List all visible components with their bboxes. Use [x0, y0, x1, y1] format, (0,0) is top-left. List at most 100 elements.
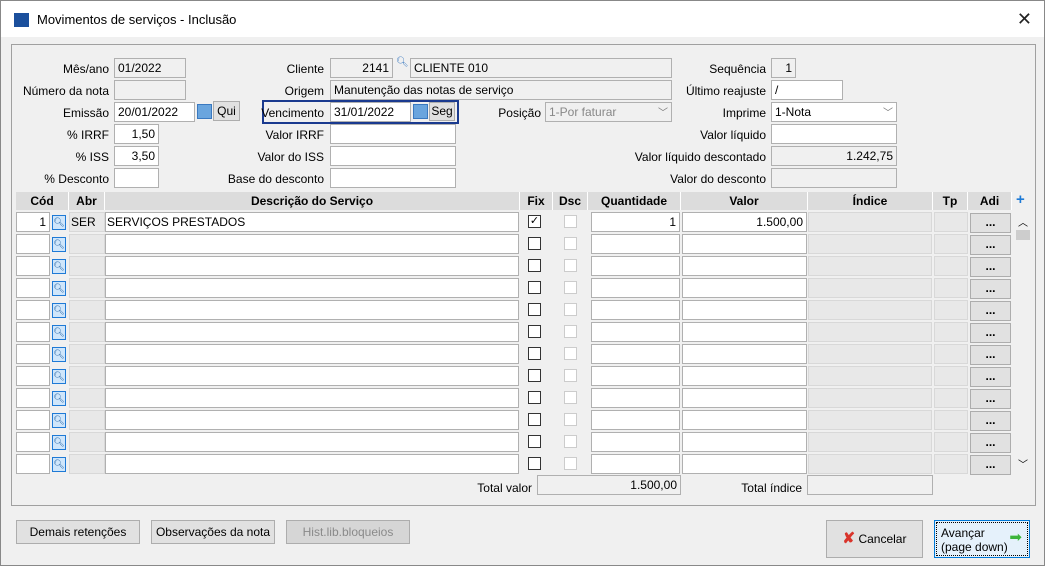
row-fix-checkbox[interactable] [528, 281, 541, 294]
row-quantidade[interactable] [591, 278, 680, 298]
row-adi-button[interactable]: ... [970, 367, 1011, 387]
row-adi-button[interactable]: ... [970, 235, 1011, 255]
lookup-icon[interactable]: 🔍︎ [52, 325, 66, 340]
row-adi-button[interactable]: ... [970, 301, 1011, 321]
lookup-icon[interactable]: 🔍︎ [52, 259, 66, 274]
row-quantidade[interactable] [591, 388, 680, 408]
row-cod[interactable] [16, 300, 50, 320]
row-descricao[interactable] [105, 256, 519, 276]
row-cod[interactable] [16, 234, 50, 254]
lookup-icon[interactable]: 🔍︎ [52, 435, 66, 450]
iss-field[interactable]: 3,50 [114, 146, 159, 166]
row-descricao[interactable] [105, 278, 519, 298]
row-adi-button[interactable]: ... [970, 323, 1011, 343]
row-valor[interactable] [682, 300, 807, 320]
lookup-icon[interactable]: 🔍︎ [52, 303, 66, 318]
lookup-icon[interactable]: 🔍︎ [52, 369, 66, 384]
row-adi-button[interactable]: ... [970, 213, 1011, 233]
scroll-down-icon[interactable]: ﹀ [1018, 456, 1028, 471]
lookup-icon[interactable]: 🔍︎ [52, 391, 66, 406]
row-fix-checkbox[interactable] [528, 369, 541, 382]
row-valor[interactable] [682, 432, 807, 452]
grid-scrollbar[interactable]: ︿ ﹀ [1015, 212, 1031, 474]
emissao-field[interactable]: 20/01/2022 [114, 102, 195, 122]
scroll-thumb[interactable] [1016, 230, 1030, 240]
base-desconto-field[interactable] [330, 168, 456, 188]
valor-liquido-field[interactable] [771, 124, 897, 144]
lookup-icon[interactable]: 🔍︎ [52, 457, 66, 472]
row-valor[interactable] [682, 344, 807, 364]
row-valor[interactable] [682, 410, 807, 430]
cancelar-button[interactable]: ✘ Cancelar [826, 520, 923, 558]
row-descricao[interactable] [105, 322, 519, 342]
scroll-up-icon[interactable]: ︿ [1018, 214, 1028, 229]
row-valor[interactable] [682, 388, 807, 408]
row-adi-button[interactable]: ... [970, 389, 1011, 409]
vencimento-field[interactable]: 31/01/2022 [330, 102, 411, 122]
avancar-button[interactable]: Avançar (page down) ➡ [934, 520, 1030, 558]
row-quantidade[interactable]: 1 [591, 212, 680, 232]
desconto-field[interactable] [114, 168, 159, 188]
row-cod[interactable] [16, 256, 50, 276]
row-fix-checkbox[interactable] [528, 303, 541, 316]
row-valor[interactable]: 1.500,00 [682, 212, 807, 232]
row-fix-checkbox[interactable]: ✓ [528, 215, 541, 228]
row-quantidade[interactable] [591, 322, 680, 342]
row-descricao[interactable] [105, 234, 519, 254]
row-fix-checkbox[interactable] [528, 457, 541, 470]
row-descricao[interactable]: SERVIÇOS PRESTADOS [105, 212, 519, 232]
valor-irrf-field[interactable] [330, 124, 456, 144]
imprime-select[interactable]: 1-Nota ﹀ [771, 102, 897, 122]
row-fix-checkbox[interactable] [528, 347, 541, 360]
row-descricao[interactable] [105, 366, 519, 386]
row-fix-checkbox[interactable] [528, 325, 541, 338]
row-adi-button[interactable]: ... [970, 345, 1011, 365]
ultimo-reajuste-field[interactable]: / [771, 80, 843, 100]
row-valor[interactable] [682, 234, 807, 254]
row-cod[interactable] [16, 278, 50, 298]
row-descricao[interactable] [105, 410, 519, 430]
row-cod[interactable]: 1 [16, 212, 50, 232]
row-descricao[interactable] [105, 432, 519, 452]
lookup-icon[interactable]: 🔍︎ [52, 413, 66, 428]
row-cod[interactable] [16, 344, 50, 364]
row-quantidade[interactable] [591, 410, 680, 430]
lookup-icon[interactable]: 🔍︎ [52, 215, 66, 230]
row-fix-checkbox[interactable] [528, 259, 541, 272]
row-quantidade[interactable] [591, 344, 680, 364]
row-cod[interactable] [16, 366, 50, 386]
row-cod[interactable] [16, 322, 50, 342]
row-valor[interactable] [682, 322, 807, 342]
row-fix-checkbox[interactable] [528, 237, 541, 250]
row-quantidade[interactable] [591, 256, 680, 276]
row-adi-button[interactable]: ... [970, 279, 1011, 299]
close-button[interactable]: ✕ [1017, 9, 1032, 30]
row-descricao[interactable] [105, 454, 519, 474]
row-quantidade[interactable] [591, 300, 680, 320]
row-descricao[interactable] [105, 388, 519, 408]
irrf-field[interactable]: 1,50 [114, 124, 159, 144]
row-fix-checkbox[interactable] [528, 413, 541, 426]
row-descricao[interactable] [105, 300, 519, 320]
chevron-down-icon[interactable]: ﹀ [883, 104, 893, 119]
row-valor[interactable] [682, 454, 807, 474]
row-valor[interactable] [682, 366, 807, 386]
row-valor[interactable] [682, 278, 807, 298]
row-adi-button[interactable]: ... [970, 455, 1011, 475]
lookup-icon[interactable]: 🔍︎ [52, 237, 66, 252]
row-quantidade[interactable] [591, 432, 680, 452]
row-cod[interactable] [16, 432, 50, 452]
lookup-icon[interactable]: 🔍︎ [52, 281, 66, 296]
row-cod[interactable] [16, 454, 50, 474]
calendar-icon[interactable] [413, 104, 428, 119]
lookup-icon[interactable]: 🔍︎ [52, 347, 66, 362]
observacoes-nota-button[interactable]: Observações da nota [151, 520, 275, 544]
row-fix-checkbox[interactable] [528, 435, 541, 448]
row-valor[interactable] [682, 256, 807, 276]
row-quantidade[interactable] [591, 234, 680, 254]
demais-retencoes-button[interactable]: Demais retenções [16, 520, 140, 544]
add-row-icon[interactable]: + [1016, 191, 1025, 208]
valor-iss-field[interactable] [330, 146, 456, 166]
row-cod[interactable] [16, 410, 50, 430]
row-cod[interactable] [16, 388, 50, 408]
